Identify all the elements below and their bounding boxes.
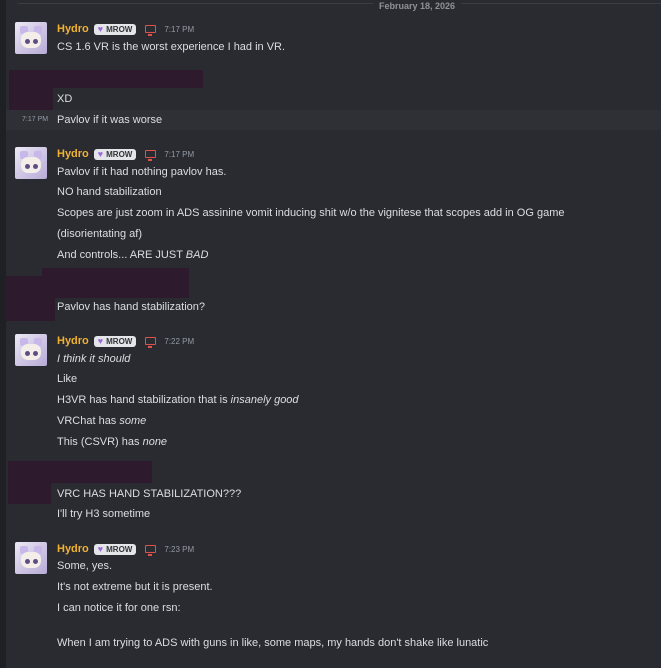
message-text: Some, yes. xyxy=(57,560,113,572)
message-text: This (CSVR) has none xyxy=(57,435,167,449)
heart-icon: ♥ xyxy=(97,23,104,34)
message-text: Pavlov if it had nothing pavlov has. xyxy=(57,166,227,178)
message-text-italic: insanely good xyxy=(230,394,299,406)
message-text: XD xyxy=(57,93,73,105)
avatar-face xyxy=(21,344,41,360)
heart-icon: ♥ xyxy=(97,148,104,159)
avatar-face xyxy=(21,157,41,173)
username[interactable]: Hydro xyxy=(57,148,89,160)
timestamp[interactable]: 7:17 PM xyxy=(164,25,194,34)
redacted-name xyxy=(8,461,152,483)
message-text: I think it should xyxy=(57,352,130,366)
timestamp[interactable]: 7:17 PM xyxy=(164,150,194,159)
message-text: When I am trying to ADS with guns in lik… xyxy=(57,637,489,649)
message-text: VRC HAS HAND STABILIZATION??? xyxy=(57,488,242,500)
redacted-avatar xyxy=(5,276,55,321)
message-text: NO hand stabilization xyxy=(57,186,162,198)
message-text: Like xyxy=(57,373,78,385)
avatar[interactable] xyxy=(15,542,47,574)
avatar[interactable] xyxy=(15,22,47,54)
redacted-avatar xyxy=(9,88,53,110)
monitor-icon xyxy=(145,337,157,348)
role-tag[interactable]: ♥ MROW xyxy=(93,543,137,555)
avatar-eye xyxy=(25,39,30,44)
username[interactable]: Hydro xyxy=(57,543,89,555)
timestamp[interactable]: 7:23 PM xyxy=(164,545,194,554)
avatar-eye xyxy=(25,559,30,564)
left-edge-bar xyxy=(0,0,6,668)
avatar[interactable] xyxy=(15,147,47,179)
role-tag-label: MROW xyxy=(106,24,133,34)
message-text: H3VR has hand stabilization that is insa… xyxy=(57,393,299,407)
message-header: Hydro ♥ MROW 7:23 PM xyxy=(57,541,194,557)
message-text: It's not extreme but it is present. xyxy=(57,581,213,593)
message-text: And controls... ARE JUST BAD xyxy=(57,248,208,262)
message-text-italic: I think it should xyxy=(57,353,131,365)
avatar-face xyxy=(21,552,41,568)
role-tag[interactable]: ♥ MROW xyxy=(93,335,137,347)
role-tag-label: MROW xyxy=(106,149,133,159)
role-tag-label: MROW xyxy=(106,544,133,554)
avatar-face xyxy=(21,32,41,48)
message-text-italic: none xyxy=(142,436,168,448)
message-text-part: H3VR has hand stabilization that is xyxy=(57,394,231,406)
timestamp[interactable]: 7:22 PM xyxy=(164,337,194,346)
redacted-avatar xyxy=(8,483,51,504)
message-text: I can notice it for one rsn: xyxy=(57,602,181,614)
message-header: Hydro ♥ MROW 7:22 PM xyxy=(57,333,194,349)
redacted-name xyxy=(42,268,189,298)
message-text-italic: some xyxy=(119,415,147,427)
message-text-italic: BAD xyxy=(185,249,209,261)
redacted-name xyxy=(9,70,203,88)
role-tag[interactable]: ♥ MROW xyxy=(93,23,137,35)
monitor-icon xyxy=(145,545,157,556)
message-text: CS 1.6 VR is the worst experience I had … xyxy=(57,41,286,53)
avatar-eye xyxy=(25,164,30,169)
username[interactable]: Hydro xyxy=(57,23,89,35)
avatar-eye xyxy=(33,351,38,356)
heart-icon: ♥ xyxy=(97,543,104,554)
message-header: Hydro ♥ MROW 7:17 PM xyxy=(57,21,194,37)
avatar-eye xyxy=(33,559,38,564)
message-text-part: This (CSVR) has xyxy=(57,436,143,448)
username[interactable]: Hydro xyxy=(57,335,89,347)
message-text: VRChat has some xyxy=(57,414,146,428)
message-text: Scopes are just zoom in ADS assinine vom… xyxy=(57,207,565,219)
role-tag[interactable]: ♥ MROW xyxy=(93,148,137,160)
monitor-icon xyxy=(145,25,157,36)
monitor-icon xyxy=(145,150,157,161)
role-tag-label: MROW xyxy=(106,336,133,346)
hover-timestamp[interactable]: 7:17 PM xyxy=(22,116,48,123)
date-label: February 18, 2026 xyxy=(373,1,462,11)
message-text-part: VRChat has xyxy=(57,415,120,427)
heart-icon: ♥ xyxy=(97,335,104,346)
avatar-eye xyxy=(33,39,38,44)
avatar[interactable] xyxy=(15,334,47,366)
message-header: Hydro ♥ MROW 7:17 PM xyxy=(57,146,194,162)
avatar-eye xyxy=(25,351,30,356)
message-text: (disorientating af) xyxy=(57,228,142,240)
message-text: Pavlov has hand stabilization? xyxy=(57,301,205,313)
avatar-eye xyxy=(33,164,38,169)
message-text: Pavlov if it was worse xyxy=(57,114,163,126)
date-divider: February 18, 2026 xyxy=(18,1,661,11)
message-text-part: And controls... ARE JUST xyxy=(57,249,186,261)
message-text: I'll try H3 sometime xyxy=(57,508,151,520)
